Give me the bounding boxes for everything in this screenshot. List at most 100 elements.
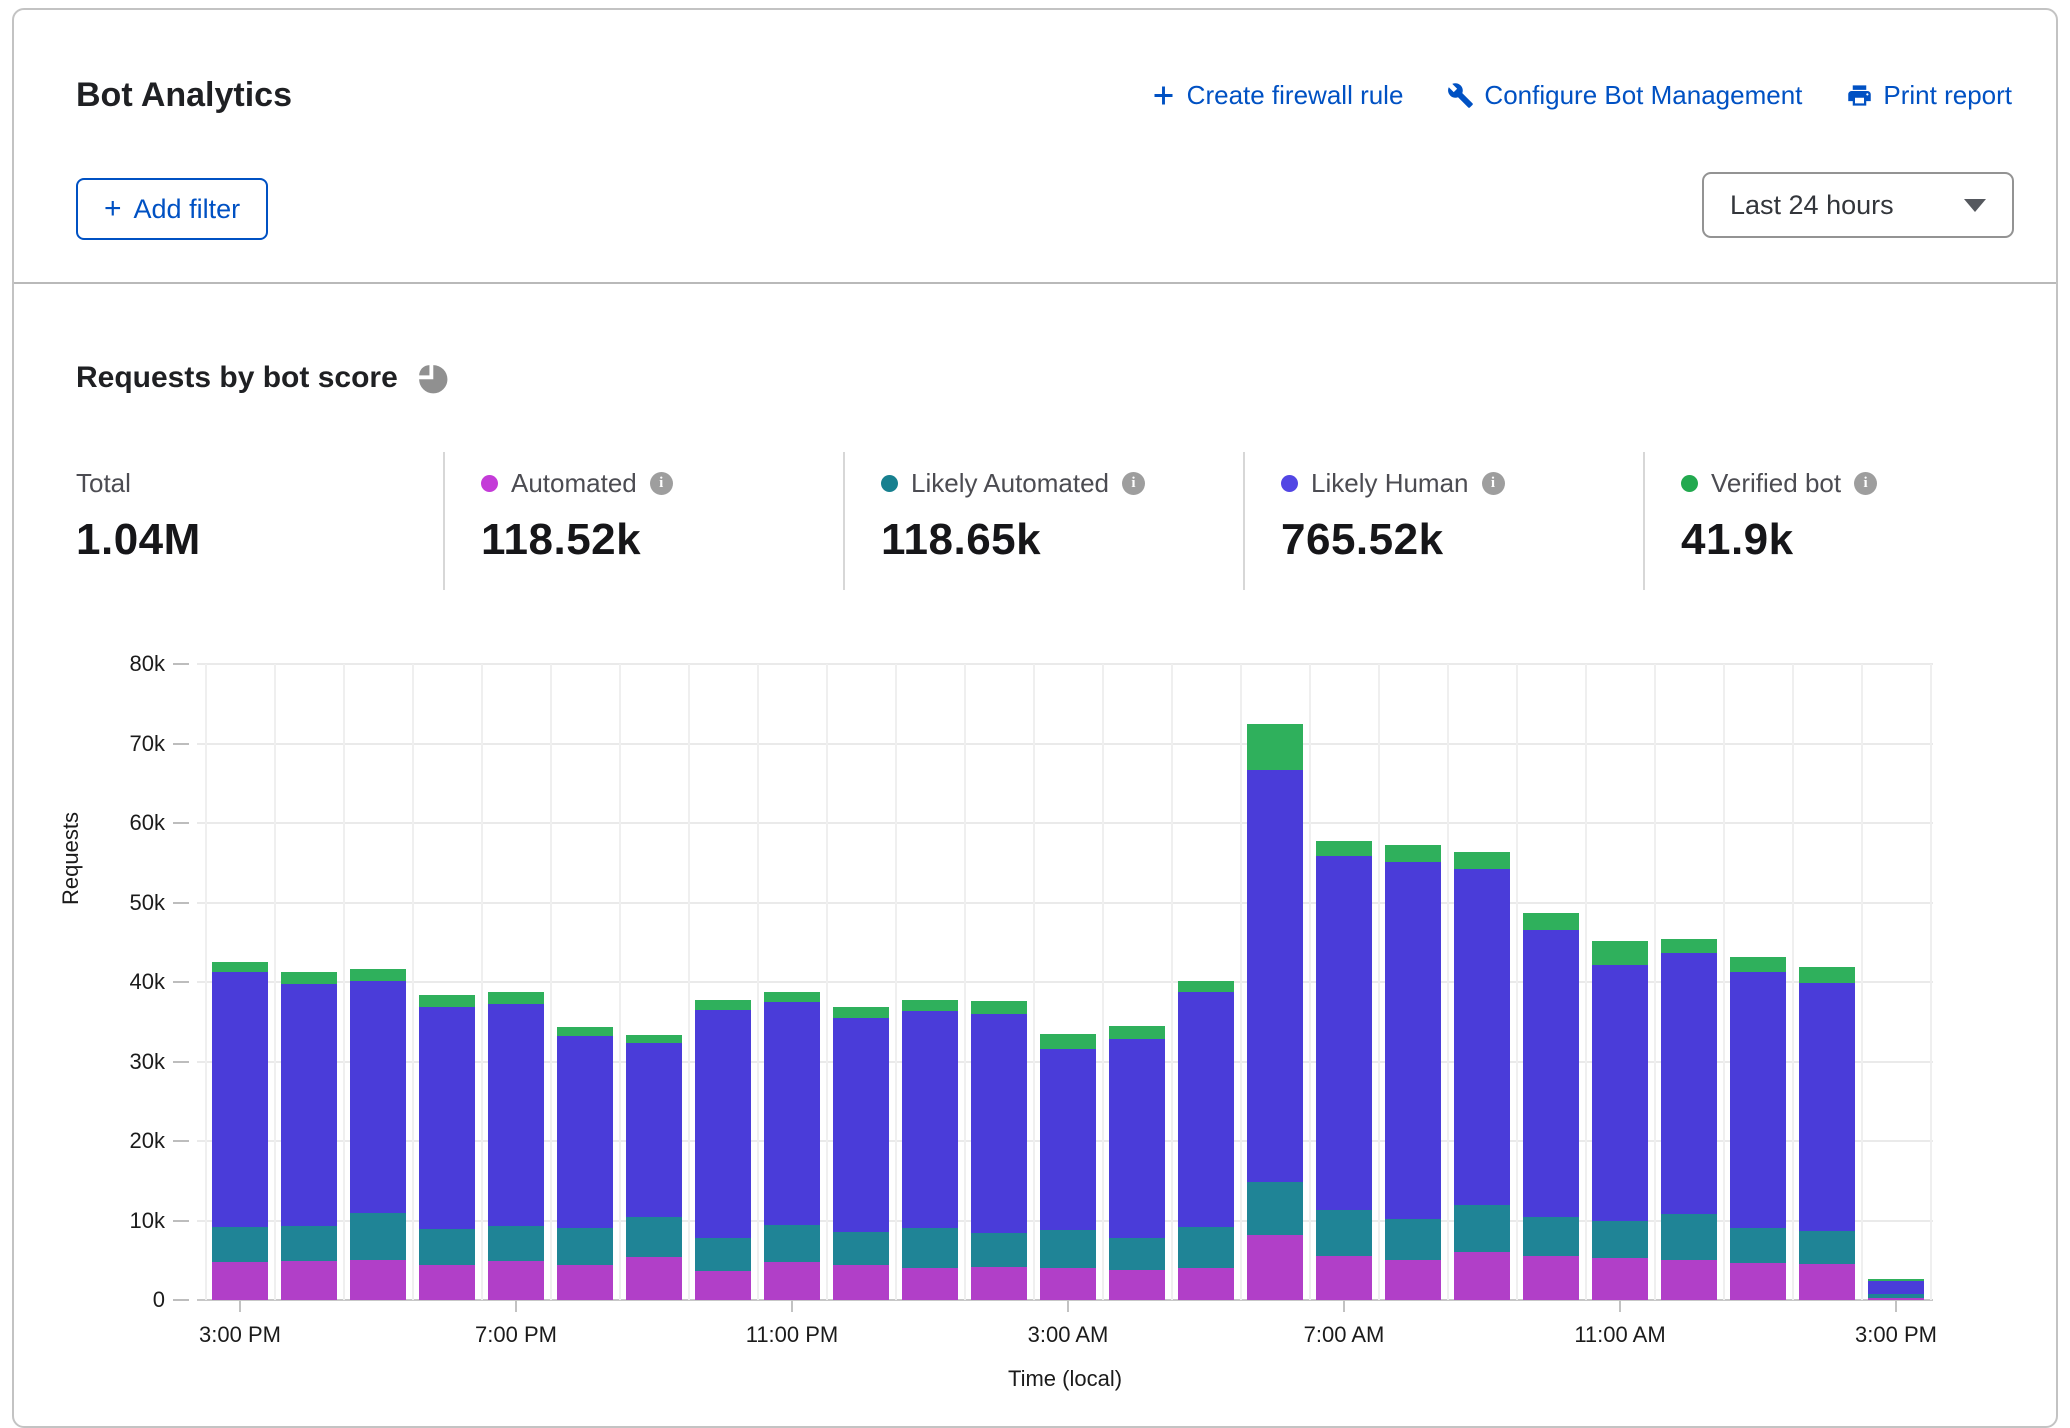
bar-segment-likely-human	[1868, 1281, 1924, 1295]
stat-likely-human: Likely Humani765.52k	[1243, 452, 1643, 590]
bar-3-00-pm-24[interactable]	[1868, 1279, 1924, 1300]
stat-total: Total 1.04M	[76, 452, 443, 590]
bar-7-00-pm-4[interactable]	[488, 992, 544, 1300]
header-link-configure-bot-management[interactable]: Configure Bot Management	[1447, 80, 1802, 111]
header-actions: Create firewall rule Configure Bot Manage…	[1150, 80, 2012, 111]
bar-segment-likely-human	[764, 1002, 820, 1225]
bar-segment-likely-automated	[902, 1228, 958, 1268]
bar-segment-automated	[1109, 1270, 1165, 1300]
gridline-horizontal	[197, 902, 1933, 904]
y-axis-tick	[173, 902, 189, 904]
info-icon[interactable]: i	[1482, 472, 1505, 495]
bar-3-00-pm-0[interactable]	[212, 962, 268, 1300]
bar-segment-likely-automated	[212, 1227, 268, 1262]
bar-segment-automated	[1178, 1268, 1234, 1300]
y-axis-tick	[173, 1299, 189, 1301]
bar-5-00-pm-2[interactable]	[350, 969, 406, 1300]
bar-11-00-am-20[interactable]	[1592, 941, 1648, 1300]
bar-segment-verified-bot	[626, 1035, 682, 1043]
bar-segment-likely-automated	[1040, 1230, 1096, 1268]
bar-segment-verified-bot	[1661, 939, 1717, 953]
info-icon[interactable]: i	[1122, 472, 1145, 495]
bar-segment-likely-automated	[764, 1225, 820, 1262]
y-axis-tick	[173, 743, 189, 745]
bar-segment-verified-bot	[212, 962, 268, 972]
plus-icon: +	[104, 194, 122, 224]
bar-segment-verified-bot	[764, 992, 820, 1002]
x-tick-label: 7:00 AM	[1244, 1322, 1444, 1348]
legend-dot-automated	[481, 475, 498, 492]
bar-4-00-am-13[interactable]	[1109, 1026, 1165, 1300]
header-link-print-report[interactable]: Print report	[1846, 80, 2012, 111]
bar-segment-automated	[557, 1265, 613, 1300]
stat-label: Verified bot	[1711, 468, 1841, 499]
gridline-vertical	[274, 664, 276, 1300]
gridline-vertical	[688, 664, 690, 1300]
bar-segment-automated	[1799, 1264, 1855, 1300]
bar-segment-likely-automated	[1592, 1221, 1648, 1258]
bar-segment-verified-bot	[971, 1001, 1027, 1014]
bar-segment-likely-human	[350, 981, 406, 1212]
bar-segment-likely-automated	[1385, 1219, 1441, 1260]
bar-12-00-pm-21[interactable]	[1661, 939, 1717, 1300]
bar-segment-verified-bot	[1523, 913, 1579, 930]
add-filter-label: Add filter	[134, 194, 241, 225]
y-axis-tick	[173, 1220, 189, 1222]
gridline-vertical	[1654, 664, 1656, 1300]
bar-segment-verified-bot	[1316, 841, 1372, 856]
bar-segment-automated	[488, 1261, 544, 1300]
bar-6-00-pm-3[interactable]	[419, 995, 475, 1300]
bar-segment-likely-human	[833, 1018, 889, 1232]
bar-1-00-am-10[interactable]	[902, 1000, 958, 1300]
y-axis-tick	[173, 663, 189, 665]
y-tick-label: 60k	[15, 810, 165, 836]
bar-12-00-am-9[interactable]	[833, 1007, 889, 1300]
bar-segment-likely-automated	[1523, 1217, 1579, 1256]
bar-8-00-am-17[interactable]	[1385, 845, 1441, 1300]
bar-2-00-pm-23[interactable]	[1799, 967, 1855, 1300]
gridline-vertical	[1240, 664, 1242, 1300]
stat-label: Likely Human	[1311, 468, 1469, 499]
section-heading: Requests by bot score	[76, 360, 450, 396]
stat-value: 41.9k	[1681, 515, 2030, 565]
bar-4-00-pm-1[interactable]	[281, 972, 337, 1300]
bar-11-00-pm-8[interactable]	[764, 992, 820, 1300]
bar-9-00-pm-6[interactable]	[626, 1035, 682, 1300]
x-tick-label: 3:00 PM	[140, 1322, 340, 1348]
gridline-vertical	[1723, 664, 1725, 1300]
bar-10-00-pm-7[interactable]	[695, 1000, 751, 1300]
bar-3-00-am-12[interactable]	[1040, 1034, 1096, 1300]
bar-2-00-am-11[interactable]	[971, 1001, 1027, 1300]
bar-9-00-am-18[interactable]	[1454, 852, 1510, 1300]
legend-dot-verified-bot	[1681, 475, 1698, 492]
bar-5-00-am-14[interactable]	[1178, 981, 1234, 1300]
bar-7-00-am-16[interactable]	[1316, 841, 1372, 1300]
bar-segment-likely-automated	[1247, 1182, 1303, 1235]
info-icon[interactable]: i	[650, 472, 673, 495]
gridline-vertical	[1171, 664, 1173, 1300]
bar-10-00-am-19[interactable]	[1523, 913, 1579, 1300]
add-filter-button[interactable]: + Add filter	[76, 178, 268, 240]
y-tick-label: 20k	[15, 1128, 165, 1154]
chevron-down-icon	[1964, 199, 1986, 212]
bar-segment-verified-bot	[1799, 967, 1855, 983]
bar-6-00-am-15[interactable]	[1247, 724, 1303, 1300]
gridline-vertical	[826, 664, 828, 1300]
gridline-vertical	[964, 664, 966, 1300]
bar-segment-automated	[1592, 1258, 1648, 1300]
bar-segment-verified-bot	[1178, 981, 1234, 993]
bar-segment-automated	[1454, 1252, 1510, 1301]
header-link-create-firewall-rule[interactable]: Create firewall rule	[1150, 80, 1404, 111]
bar-segment-likely-human	[557, 1036, 613, 1228]
bar-8-00-pm-5[interactable]	[557, 1027, 613, 1300]
x-tick-label: 7:00 PM	[416, 1322, 616, 1348]
time-range-value: Last 24 hours	[1730, 190, 1894, 221]
bar-1-00-pm-22[interactable]	[1730, 957, 1786, 1300]
x-tick-label: 11:00 PM	[692, 1322, 892, 1348]
gridline-vertical	[481, 664, 483, 1300]
stat-label: Likely Automated	[911, 468, 1109, 499]
bar-segment-likely-human	[1592, 965, 1648, 1222]
info-icon[interactable]: i	[1854, 472, 1877, 495]
x-tick-label: 3:00 AM	[968, 1322, 1168, 1348]
time-range-select[interactable]: Last 24 hours	[1702, 172, 2014, 238]
